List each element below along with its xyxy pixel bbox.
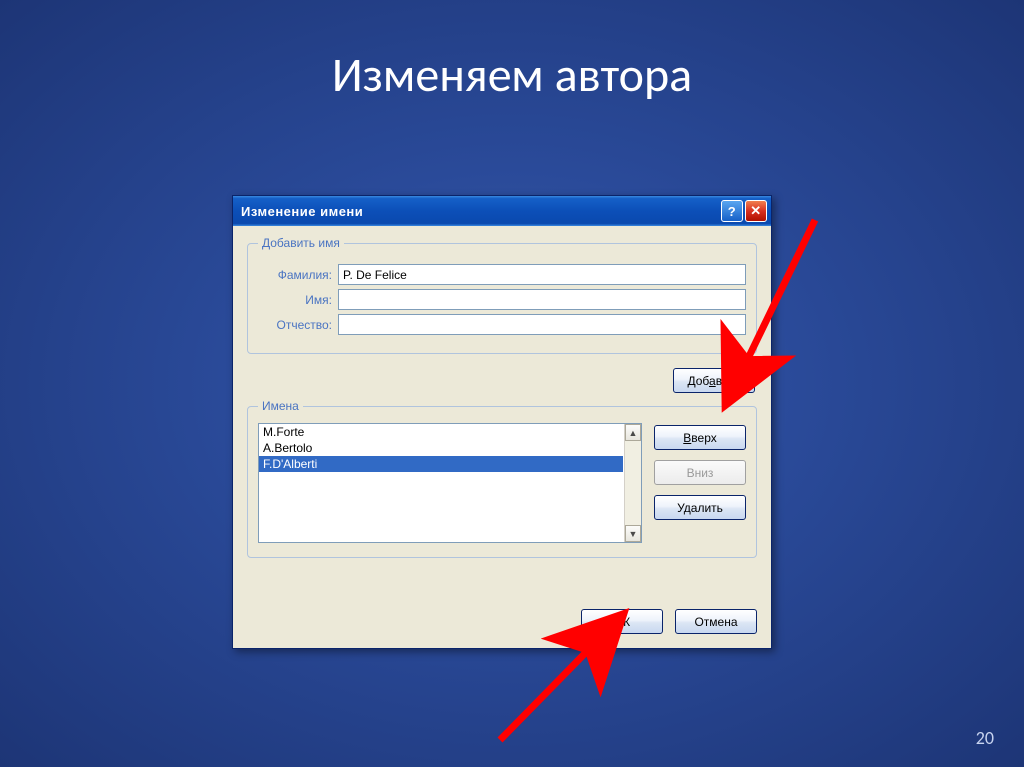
edit-name-dialog: Изменение имени ? ✕ Добавить имя Фамилия… <box>232 195 772 649</box>
list-item[interactable]: F.D'Alberti <box>259 456 623 472</box>
scroll-down-icon[interactable]: ▼ <box>625 525 641 542</box>
names-group: Имена M.ForteA.BertoloF.D'Alberti ▲ ▼ Вв… <box>247 399 757 558</box>
scroll-up-icon[interactable]: ▲ <box>625 424 641 441</box>
add-button[interactable]: Добавить <box>673 368 755 393</box>
dialog-title: Изменение имени <box>241 204 719 219</box>
list-item[interactable]: A.Bertolo <box>259 440 623 456</box>
move-down-button[interactable]: Вниз <box>654 460 746 485</box>
close-button[interactable]: ✕ <box>745 200 767 222</box>
help-icon: ? <box>728 204 736 219</box>
dialog-body: Добавить имя Фамилия: Имя: Отчество: Доб… <box>233 226 771 648</box>
help-button[interactable]: ? <box>721 200 743 222</box>
names-legend: Имена <box>258 399 303 413</box>
add-name-group: Добавить имя Фамилия: Имя: Отчество: <box>247 236 757 354</box>
slide-title: Изменяем автора <box>0 45 1024 104</box>
close-icon: ✕ <box>750 203 761 219</box>
add-name-legend: Добавить имя <box>258 236 344 250</box>
cancel-button[interactable]: Отмена <box>675 609 757 634</box>
listbox-scrollbar[interactable]: ▲ ▼ <box>624 424 641 542</box>
firstname-input[interactable] <box>338 289 746 310</box>
ok-button[interactable]: ОК <box>581 609 663 634</box>
dialog-titlebar[interactable]: Изменение имени ? ✕ <box>233 196 771 226</box>
surname-input[interactable] <box>338 264 746 285</box>
list-item[interactable]: M.Forte <box>259 424 623 440</box>
patronymic-input[interactable] <box>338 314 746 335</box>
delete-button[interactable]: Удалить <box>654 495 746 520</box>
surname-label: Фамилия: <box>258 268 338 282</box>
firstname-label: Имя: <box>258 293 338 307</box>
patronymic-label: Отчество: <box>258 318 338 332</box>
slide-number: 20 <box>976 727 994 749</box>
names-listbox[interactable]: M.ForteA.BertoloF.D'Alberti ▲ ▼ <box>258 423 642 543</box>
scroll-track[interactable] <box>625 441 641 525</box>
presentation-slide: Изменяем автора 20 Изменение имени ? ✕ Д… <box>0 0 1024 767</box>
move-up-button[interactable]: Вверх <box>654 425 746 450</box>
